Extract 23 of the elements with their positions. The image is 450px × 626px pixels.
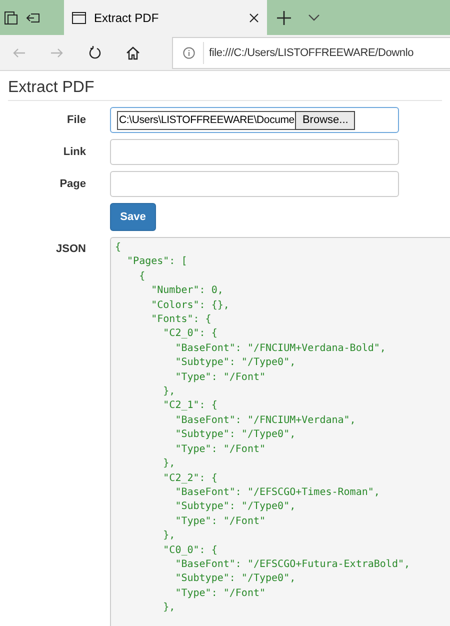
tabs-aside-icon[interactable]	[4, 10, 18, 24]
input-field[interactable]	[110, 139, 399, 165]
home-icon[interactable]	[125, 44, 141, 60]
json-output: { "Pages": [ { "Number": 0, "Colors": {}, "Fonts": { "C2_0": { "BaseFont": "/FNCIUM+Verdana-Bold", "Subtype": "/Type0", "Type": "/Font" }, "C2_1": { "BaseFont": "/FNCIUM+Verdana", "Subtype": "/Type0", "Type": "/Font" }, "C2_2": { "BaseFont": "/EFSCGO+Times-Roman", "Subtype": "/Type0", "Type": "/Font" }, "C0_0": { "BaseFont": "/EFSCGO+Futura-ExtraBold", "Subtype": "/Type0", "Type": "/Font" },	[110, 237, 450, 626]
page-icon	[72, 12, 86, 24]
browser-tab[interactable]: Extract PDF	[64, 0, 267, 35]
restore-tabs-icon[interactable]	[26, 12, 40, 24]
input-field[interactable]	[110, 171, 399, 197]
address-bar[interactable]: file:///C:/Users/LISTOFFREEWARE/Downlo	[172, 36, 450, 68]
file-field[interactable]: C:\Users\LISTOFFREEWARE\Docume Browse...	[110, 107, 399, 133]
field-label: Link	[62, 146, 87, 158]
field-label: Page	[58, 178, 87, 190]
refresh-icon[interactable]	[87, 44, 103, 60]
page-title: Extract PDF	[8, 71, 442, 101]
browse-button[interactable]: Browse...	[295, 110, 356, 130]
field-label: JSON	[55, 242, 87, 255]
tab-title: Extract PDF	[94, 10, 160, 24]
new-tab-icon[interactable]	[277, 10, 291, 24]
info-icon[interactable]	[183, 46, 195, 58]
field-label: File	[66, 114, 87, 126]
save-button[interactable]: Save	[110, 203, 156, 231]
chevron-down-icon[interactable]	[308, 14, 320, 21]
close-icon[interactable]	[249, 12, 259, 22]
